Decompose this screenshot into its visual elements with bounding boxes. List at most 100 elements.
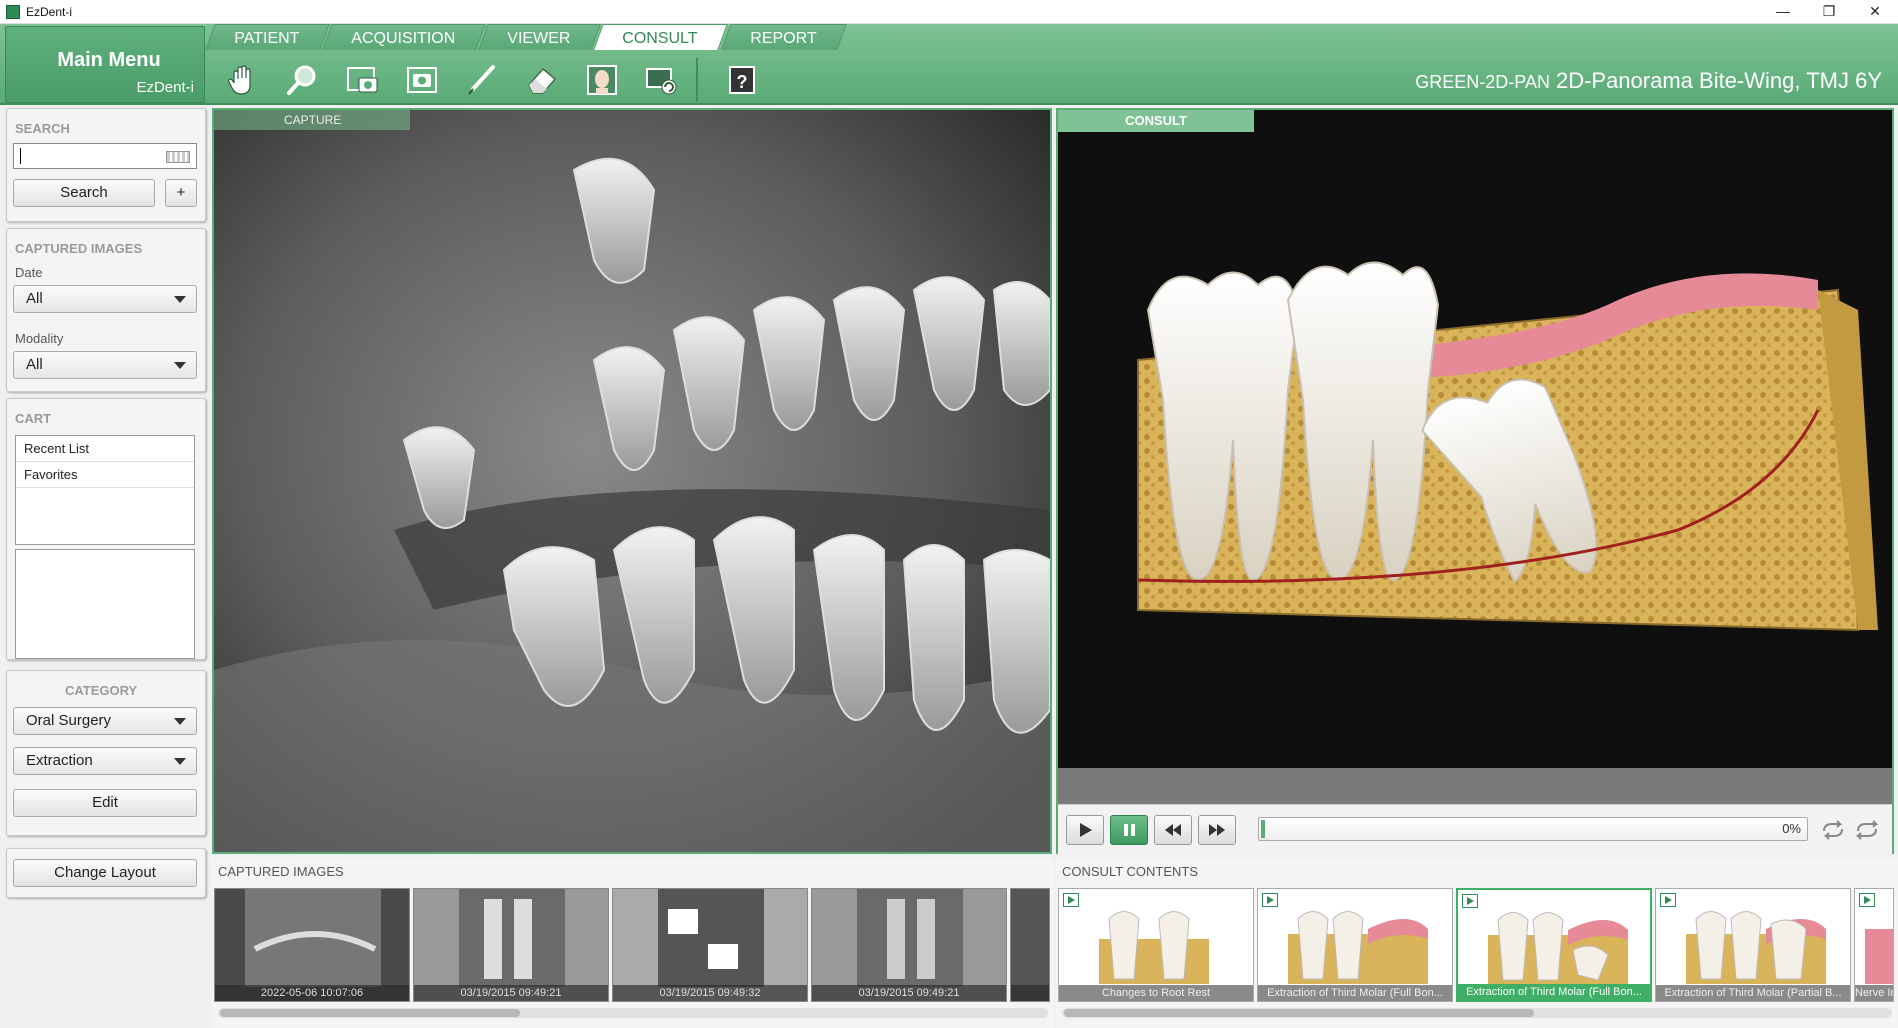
module-tabs: PATIENT ACQUISITION VIEWER CONSULT REPOR… <box>205 24 847 50</box>
restore-button[interactable]: ❐ <box>1806 0 1852 24</box>
play-icon <box>1063 893 1079 907</box>
thumbnail-caption: 03/19/2015 09:49:32 <box>613 985 807 1001</box>
consult-contents-title: CONSULT CONTENTS <box>1062 864 1199 879</box>
cart-panel: CART Recent List Favorites <box>6 398 206 660</box>
face-tool[interactable] <box>580 60 624 100</box>
captured-thumbnail[interactable]: 03/19/2015 09:49:32 <box>612 888 808 1002</box>
thumbnail-caption: 03/19/2015 09:49:21 <box>812 985 1006 1001</box>
capture-tool[interactable] <box>340 60 384 100</box>
consult-viewer[interactable]: CONSULT 0% <box>1056 108 1894 854</box>
fast-forward-button[interactable] <box>1198 815 1236 845</box>
chevron-down-icon <box>174 296 186 303</box>
category-primary-select[interactable]: Oral Surgery <box>13 707 197 735</box>
captured-scrollbar[interactable] <box>218 1008 1048 1018</box>
capture-viewer[interactable]: CAPTURE <box>212 108 1052 854</box>
repeat-one-button[interactable] <box>1820 819 1846 841</box>
patient-description: 2D-Panorama Bite-Wing, TMJ 6Y <box>1555 68 1882 93</box>
chevron-down-icon <box>174 362 186 369</box>
modality-select[interactable]: All <box>13 351 197 379</box>
chevron-down-icon <box>174 718 186 725</box>
scrollbar-thumb[interactable] <box>1064 1009 1534 1017</box>
main-menu-button[interactable]: Main Menu EzDent-i <box>5 26 205 103</box>
top-ribbon: Main Menu EzDent-i PATIENT ACQUISITION V… <box>0 24 1898 105</box>
change-layout-button[interactable]: Change Layout <box>13 859 197 887</box>
play-icon <box>1080 823 1092 837</box>
captured-thumbnail[interactable]: 03/19/2015 09:49:21 <box>413 888 609 1002</box>
search-panel-title: SEARCH <box>15 121 70 136</box>
consult-caption: Nerve Inj <box>1855 985 1893 1001</box>
image-refresh-tool[interactable] <box>640 60 684 100</box>
captured-images-title: CAPTURED IMAGES <box>218 864 344 879</box>
cart-list: Recent List Favorites <box>15 435 195 545</box>
consult-thumbnail-selected[interactable]: Extraction of Third Molar (Full Bon... <box>1456 888 1652 1002</box>
consult-caption-strip <box>1058 768 1892 804</box>
minimize-button[interactable]: — <box>1760 0 1806 24</box>
consult-label: CONSULT <box>1058 110 1254 132</box>
captured-thumbnail[interactable]: 03/19/2015 09:49:21 <box>811 888 1007 1002</box>
play-button[interactable] <box>1066 815 1104 845</box>
date-select[interactable]: All <box>13 285 197 313</box>
tab-consult[interactable]: CONSULT <box>593 24 729 50</box>
layout-panel: Change Layout <box>6 848 206 898</box>
pen-draw-icon <box>468 65 495 95</box>
photo-frame-icon <box>407 67 437 93</box>
screenshot-tool[interactable] <box>400 60 444 100</box>
main-menu-subtitle: EzDent-i <box>136 79 194 96</box>
edit-category-button[interactable]: Edit <box>13 789 197 817</box>
help-tool[interactable]: ? <box>720 60 764 100</box>
toolbar: ? <box>220 58 780 102</box>
consult-scrollbar[interactable] <box>1062 1008 1892 1018</box>
toolbar-separator <box>696 58 698 102</box>
captured-images-strip: CAPTURED IMAGES 2022-05-06 10:07:06 03/1… <box>212 858 1054 1028</box>
cart-item-favorites[interactable]: Favorites <box>16 462 194 488</box>
cart-contents[interactable] <box>15 549 195 659</box>
playback-progress[interactable]: 0% <box>1258 817 1808 841</box>
tab-report[interactable]: REPORT <box>720 24 847 50</box>
thumbnail-caption <box>1011 985 1049 1001</box>
pause-button[interactable] <box>1110 815 1148 845</box>
close-button[interactable]: ✕ <box>1852 0 1898 24</box>
image-refresh-icon <box>646 68 677 95</box>
tab-acquisition[interactable]: ACQUISITION <box>322 24 486 50</box>
captured-thumbnails: 2022-05-06 10:07:06 03/19/2015 09:49:21 … <box>214 888 1053 1002</box>
consult-thumbnail[interactable]: Extraction of Third Molar (Full Bon... <box>1257 888 1453 1002</box>
captured-filter-panel: CAPTURED IMAGES Date All Modality All <box>6 228 206 392</box>
thumbnail-caption: 2022-05-06 10:07:06 <box>215 985 409 1001</box>
add-search-button[interactable]: + <box>165 179 197 207</box>
consult-thumbnail[interactable]: Extraction of Third Molar (Partial B... <box>1655 888 1851 1002</box>
xray-image[interactable] <box>214 110 1050 852</box>
captured-thumbnail[interactable]: 2022-05-06 10:07:06 <box>214 888 410 1002</box>
tab-patient[interactable]: PATIENT <box>205 24 330 50</box>
zoom-tool[interactable] <box>280 60 324 100</box>
keyboard-icon[interactable] <box>166 151 190 163</box>
scrollbar-thumb[interactable] <box>220 1009 520 1017</box>
rewind-button[interactable] <box>1154 815 1192 845</box>
captured-thumbnail[interactable] <box>1010 888 1050 1002</box>
captured-filter-title: CAPTURED IMAGES <box>15 241 143 256</box>
progress-percent: 0% <box>1782 821 1801 836</box>
patient-info: GREEN-2D-PAN 2D-Panorama Bite-Wing, TMJ 6… <box>1415 68 1882 94</box>
playback-controls: 0% <box>1058 804 1892 854</box>
modality-label: Modality <box>15 331 64 346</box>
repeat-all-button[interactable] <box>1854 819 1880 841</box>
cart-item-recent-list[interactable]: Recent List <box>16 436 194 462</box>
search-input[interactable] <box>13 143 197 169</box>
consult-thumbnail[interactable]: Nerve Inj <box>1854 888 1894 1002</box>
search-button[interactable]: Search <box>13 179 155 207</box>
category-title: CATEGORY <box>65 683 138 698</box>
tab-viewer[interactable]: VIEWER <box>478 24 602 50</box>
hand-pan-tool[interactable] <box>220 60 264 100</box>
eraser-tool[interactable] <box>520 60 564 100</box>
thumbnail-caption: 03/19/2015 09:49:21 <box>414 985 608 1001</box>
play-icon <box>1462 894 1478 908</box>
consult-animation[interactable] <box>1058 110 1892 768</box>
consult-thumbnails: Changes to Root Rest Extraction of Third… <box>1058 888 1897 1002</box>
consult-thumbnail[interactable]: Changes to Root Rest <box>1058 888 1254 1002</box>
capture-label: CAPTURE <box>214 110 410 130</box>
draw-tool[interactable] <box>460 60 504 100</box>
hand-pan-icon <box>228 65 251 95</box>
main-menu-title: Main Menu <box>57 49 161 71</box>
category-secondary-select[interactable]: Extraction <box>13 747 197 775</box>
camera-capture-icon <box>347 67 378 93</box>
consult-caption: Extraction of Third Molar (Partial B... <box>1656 985 1850 1001</box>
